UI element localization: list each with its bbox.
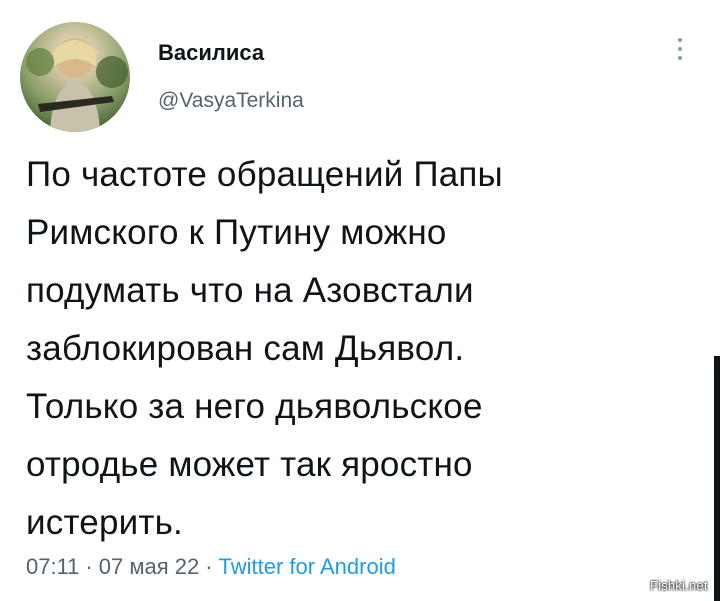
watermark: Fishki.net <box>650 578 708 593</box>
user-info: Василиса @VasyaTerkina <box>158 40 304 114</box>
tweet-card: Василиса @VasyaTerkina По частоте обраще… <box>0 0 720 601</box>
avatar-image <box>26 38 128 132</box>
edge-bar <box>714 356 720 601</box>
meta-separator: · <box>205 554 213 579</box>
tweet-meta: 07:11 · 07 мая 22 · Twitter for Android <box>26 552 396 582</box>
vertical-ellipsis-icon[interactable] <box>672 38 688 68</box>
avatar[interactable] <box>20 22 130 132</box>
tweet-time[interactable]: 07:11 <box>26 554 79 579</box>
tweet-text: По частоте обращений Папы Римского к Пут… <box>26 155 503 542</box>
tweet-date[interactable]: 07 мая 22 <box>99 554 199 579</box>
tweet-source-link[interactable]: Twitter for Android <box>219 554 396 579</box>
meta-separator: · <box>85 554 93 579</box>
user-handle[interactable]: @VasyaTerkina <box>158 88 304 114</box>
display-name[interactable]: Василиса <box>158 40 304 66</box>
